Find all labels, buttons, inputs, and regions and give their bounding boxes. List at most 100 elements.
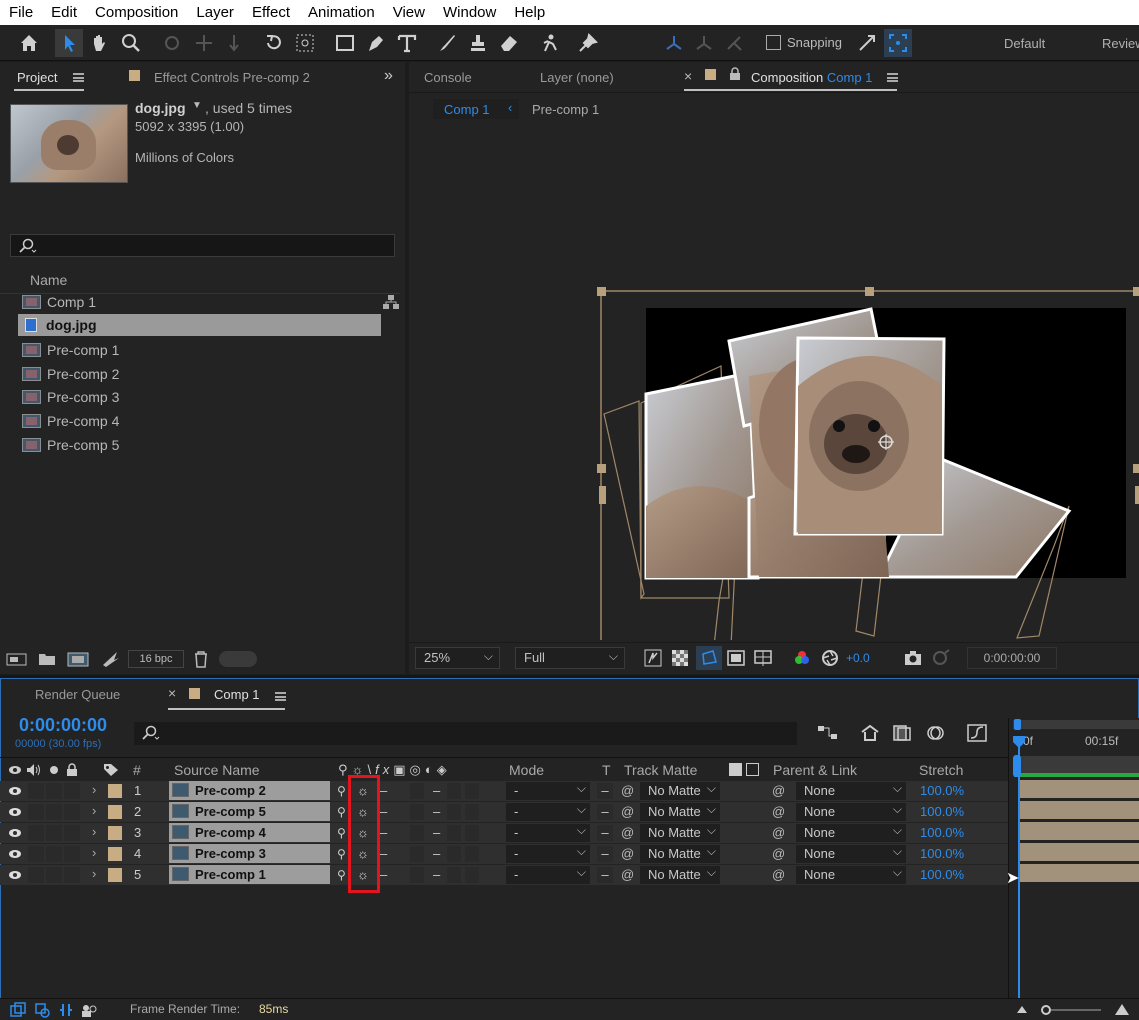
workspace-default[interactable]: Default	[1004, 36, 1045, 51]
transparency-grid-icon[interactable]	[671, 649, 689, 667]
blend-mode-dropdown[interactable]: -	[506, 800, 590, 821]
close-tab-icon[interactable]: ×	[684, 68, 692, 84]
snap-target-icon[interactable]	[884, 29, 912, 57]
preserve-transparency-toggle[interactable]: –	[597, 804, 613, 820]
tab-timeline-comp-1[interactable]: Comp 1	[214, 687, 260, 702]
project-search-input[interactable]	[10, 234, 395, 257]
composition-menu-icon[interactable]	[887, 73, 898, 82]
in-out-toggle-icon[interactable]	[58, 1002, 74, 1018]
motion-blur-switch[interactable]	[447, 804, 461, 820]
layer-source-name[interactable]: Pre-comp 2	[169, 781, 330, 800]
matte-pickwhip-icon[interactable]: @	[621, 844, 634, 864]
track-matte-dropdown[interactable]: No Matte	[640, 779, 720, 800]
blend-mode-dropdown[interactable]: -	[506, 863, 590, 884]
quality-switch-icon[interactable]: –	[380, 781, 387, 801]
parent-link-dropdown[interactable]: None	[796, 863, 906, 884]
eye-visibility-icon[interactable]	[8, 849, 22, 859]
project-item-comp-1[interactable]: Comp 1	[18, 291, 381, 313]
project-item-pre-comp-5[interactable]: Pre-comp 5	[18, 434, 381, 456]
adobe-media-encoder-icon[interactable]	[101, 650, 121, 668]
layer-bar-1[interactable]	[1019, 780, 1139, 798]
frame-blend-switch-icon[interactable]: –	[433, 802, 440, 822]
shy-switch-icon[interactable]: ⚲	[337, 865, 346, 885]
frame-blend-switch-icon[interactable]: –	[433, 844, 440, 864]
fx-switch[interactable]	[410, 846, 424, 862]
close-timeline-tab-icon[interactable]: ×	[168, 685, 176, 701]
home-icon[interactable]	[15, 29, 43, 57]
quality-switch-icon[interactable]: –	[380, 865, 387, 885]
project-item-dog-jpg[interactable]: dog.jpg	[18, 314, 381, 336]
menu-effect[interactable]: Effect	[243, 0, 299, 25]
render-time-toggle-icon[interactable]	[80, 1002, 98, 1018]
layer-label-color[interactable]	[108, 805, 122, 819]
layer-source-name[interactable]: Pre-comp 1	[169, 865, 330, 884]
fast-preview-icon[interactable]	[644, 649, 662, 667]
timeline-search-input[interactable]	[134, 722, 797, 745]
adjustment-layer-switch[interactable]	[465, 867, 479, 883]
menu-animation[interactable]: Animation	[299, 0, 384, 25]
flowchart-icon[interactable]	[382, 294, 400, 310]
expand-chevron-icon[interactable]: ›	[92, 824, 96, 839]
rectangle-tool-icon[interactable]	[331, 29, 359, 57]
project-menu-icon[interactable]	[73, 73, 84, 82]
composition-viewer[interactable]	[409, 126, 1139, 640]
matte-pickwhip-icon[interactable]: @	[621, 781, 634, 801]
zoom-slider-track[interactable]	[1051, 1009, 1101, 1011]
layer-source-name[interactable]: Pre-comp 3	[169, 844, 330, 863]
tab-layer[interactable]: Layer (none)	[540, 70, 614, 85]
workspace-review[interactable]: Review	[1102, 36, 1139, 51]
preserve-transparency-toggle[interactable]: –	[597, 867, 613, 883]
orbit-camera-icon[interactable]	[158, 29, 186, 57]
type-tool-icon[interactable]	[393, 29, 421, 57]
solo-toggle[interactable]	[46, 867, 62, 883]
solo-toggle[interactable]	[46, 825, 62, 841]
resolution-dropdown[interactable]: Full	[515, 646, 625, 669]
panel-overflow-icon[interactable]: »	[384, 67, 393, 85]
menu-file[interactable]: File	[0, 0, 42, 25]
layer-label-color[interactable]	[108, 868, 122, 882]
layer-bar-4[interactable]	[1019, 843, 1139, 861]
timeline-graph-area[interactable]: 0f 00:15f	[1008, 718, 1139, 1000]
frame-blending-icon[interactable]	[892, 724, 912, 742]
shy-switch-icon[interactable]: ⚲	[337, 781, 346, 801]
zoom-out-mountain-icon[interactable]	[1016, 1004, 1028, 1014]
tab-render-queue[interactable]: Render Queue	[35, 687, 120, 702]
menu-edit[interactable]: Edit	[42, 0, 86, 25]
parent-pickwhip-icon[interactable]: @	[772, 844, 785, 864]
layer-row[interactable]: › 4 Pre-comp 3 ⚲ ☼ – – - – @ No Matte @ …	[0, 842, 1008, 864]
menu-help[interactable]: Help	[505, 0, 554, 25]
lock-toggle[interactable]	[64, 867, 80, 883]
menu-composition[interactable]: Composition	[86, 0, 187, 25]
zoom-dropdown[interactable]: 25%	[415, 646, 500, 669]
fx-switch[interactable]	[410, 783, 424, 799]
source-name-header[interactable]: Source Name	[174, 762, 260, 778]
layer-source-name[interactable]: Pre-comp 5	[169, 802, 330, 821]
show-snapshot-icon[interactable]	[931, 649, 951, 667]
mask-visibility-button[interactable]	[696, 646, 722, 670]
stretch-header[interactable]: Stretch	[919, 762, 963, 778]
eye-visibility-icon[interactable]	[8, 828, 22, 838]
pen-tool-icon[interactable]	[362, 29, 390, 57]
snapshot-camera-icon[interactable]	[903, 649, 923, 667]
parent-link-dropdown[interactable]: None	[796, 800, 906, 821]
track-matte-dropdown[interactable]: No Matte	[640, 863, 720, 884]
lock-icon[interactable]	[729, 67, 741, 81]
shy-switch-icon[interactable]: ⚲	[337, 844, 346, 864]
clone-stamp-icon[interactable]	[464, 29, 492, 57]
snap-arrow-icon[interactable]	[853, 29, 881, 57]
puppet-pin-icon[interactable]	[574, 29, 602, 57]
dolly-camera-icon[interactable]	[220, 29, 248, 57]
shy-switch-icon[interactable]: ⚲	[337, 823, 346, 843]
parent-link-dropdown[interactable]: None	[796, 821, 906, 842]
lock-toggle[interactable]	[64, 804, 80, 820]
region-of-interest-icon[interactable]	[727, 649, 745, 667]
blend-mode-dropdown[interactable]: -	[506, 842, 590, 863]
motion-blur-switch[interactable]	[447, 825, 461, 841]
lock-toggle[interactable]	[64, 783, 80, 799]
lock-toggle[interactable]	[64, 825, 80, 841]
parent-link-dropdown[interactable]: None	[796, 842, 906, 863]
audio-toggle[interactable]	[28, 825, 44, 841]
layer-label-color[interactable]	[108, 826, 122, 840]
eye-visibility-icon[interactable]	[8, 807, 22, 817]
frame-blend-switch-icon[interactable]: –	[433, 781, 440, 801]
